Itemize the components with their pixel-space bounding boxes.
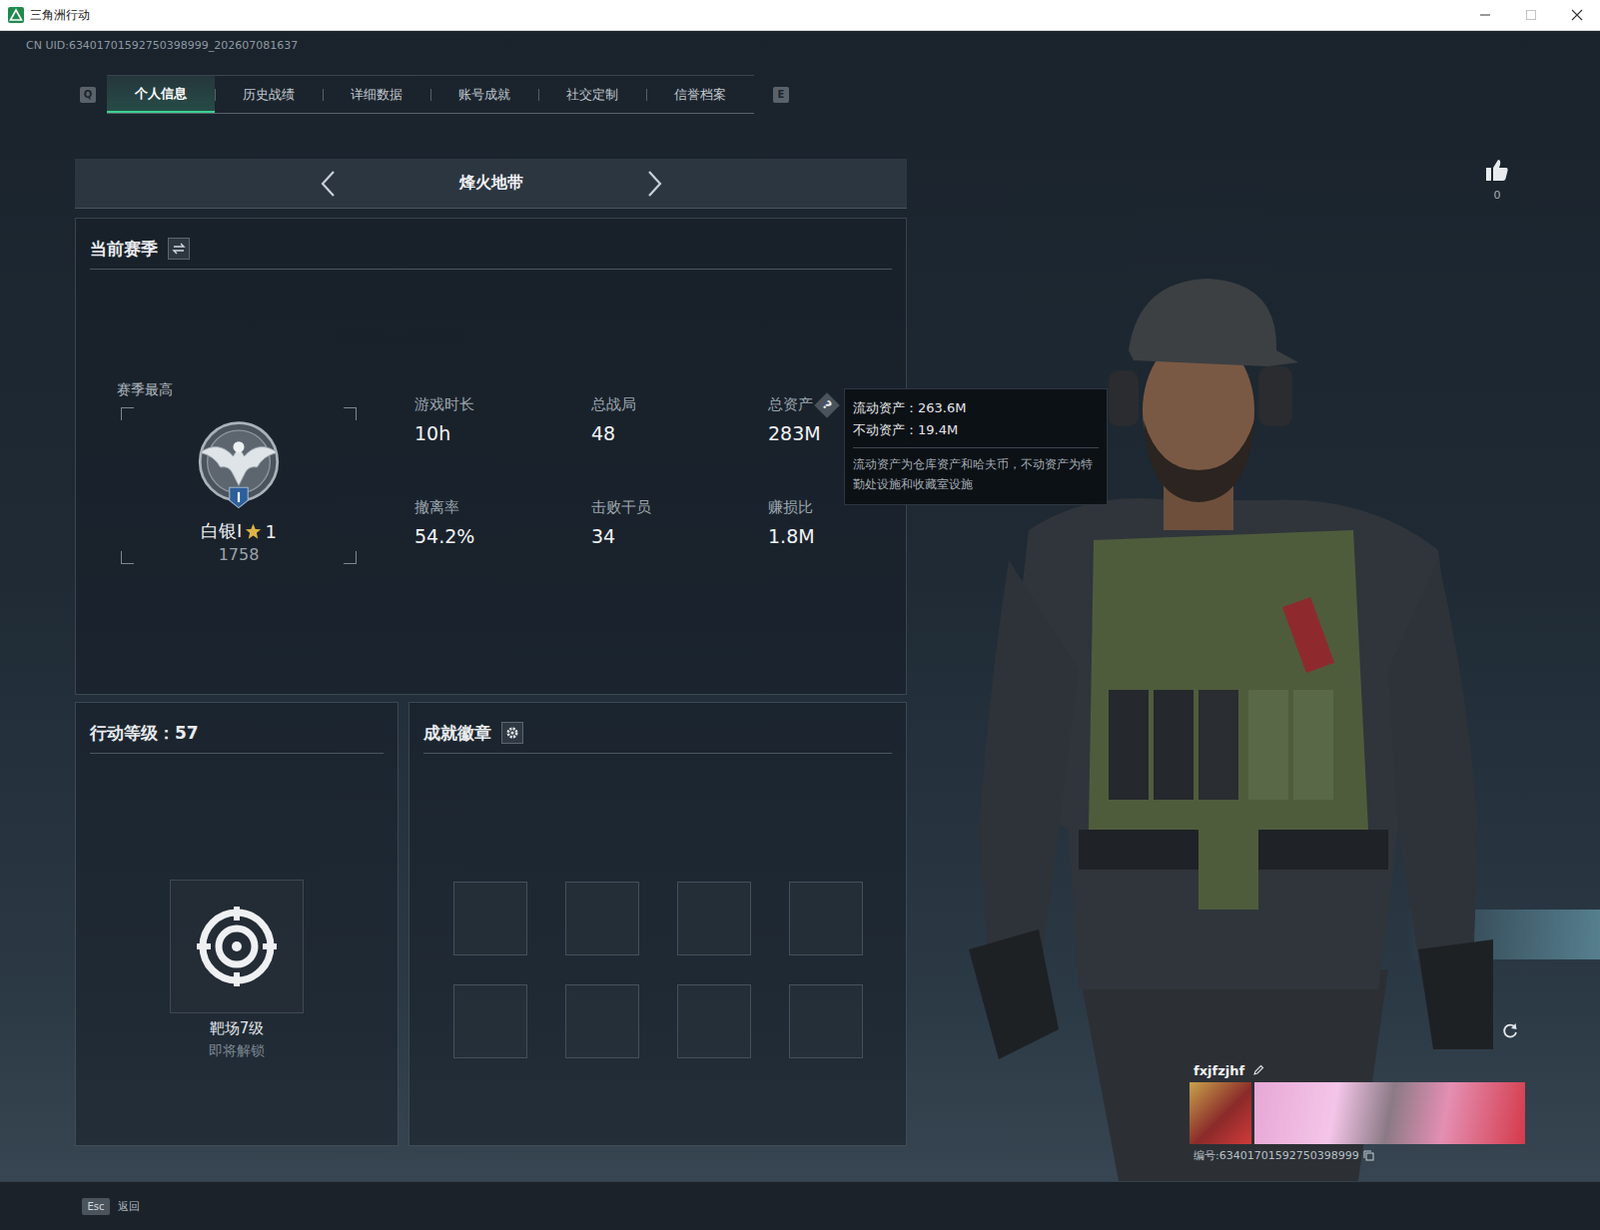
- badge-slot[interactable]: [453, 881, 528, 956]
- like-count: 0: [1494, 188, 1502, 202]
- season-panel: 当前赛季赛季最高白银I 11758 游戏时长 10h 总战局 48总资产?流动资产：263…: [74, 217, 907, 696]
- tab[interactable]: 个人信息: [106, 75, 215, 113]
- stat-label: 击败干员: [591, 498, 652, 518]
- tab[interactable]: 历史战绩: [214, 75, 323, 113]
- edit-pencil-icon[interactable]: [1252, 1064, 1265, 1077]
- stat-label: 撤离率: [414, 498, 460, 518]
- next-tab-key[interactable]: E: [773, 86, 790, 103]
- help-icon[interactable]: ?: [813, 392, 839, 418]
- reward-name: 靶场7级: [209, 1019, 265, 1039]
- target-icon: [194, 904, 279, 989]
- minimize-icon: [1479, 8, 1492, 21]
- badge-slot[interactable]: [789, 881, 863, 956]
- game-window: 三角洲行动 CN UID:63401701592750398999_2026070…: [0, 0, 1600, 1230]
- badge-slot[interactable]: [789, 984, 863, 1059]
- swap-icon: [171, 241, 186, 256]
- stat-item: 赚损比 1.8M: [768, 498, 898, 548]
- silver-rank-emblem-icon: [188, 419, 289, 516]
- tab[interactable]: 信誉档案: [646, 75, 755, 113]
- achievement-settings-button[interactable]: [501, 722, 524, 745]
- rank-frame: 白银I 11758: [120, 407, 357, 565]
- tooltip-note: 流动资产为仓库资产和哈夫币，不动资产为特勤处设施和收藏室设施: [852, 454, 1099, 495]
- player-id: 编号:63401701592750398999: [1193, 1148, 1360, 1164]
- stat-value: 54.2%: [414, 525, 592, 548]
- stat-label: 游戏时长: [414, 395, 475, 415]
- season-switch-button[interactable]: [167, 237, 190, 260]
- window-title: 三角洲行动: [29, 6, 90, 24]
- close-button[interactable]: [1554, 0, 1600, 30]
- badge-slot[interactable]: [565, 984, 640, 1059]
- stat-item: 击败干员 34: [591, 498, 769, 548]
- stat-value: 48: [591, 422, 769, 445]
- footer-bar: Esc 返回: [0, 1181, 1600, 1230]
- refresh-icon: [1500, 1021, 1521, 1042]
- previous-mode-chevron-icon[interactable]: [317, 168, 340, 199]
- character-area: 0 fxjfzjhf 编号:63401701592750398999: [906, 30, 1600, 1182]
- prev-tab-key[interactable]: Q: [79, 86, 96, 103]
- maximize-icon: [1525, 8, 1538, 21]
- stat-label: 赚损比: [768, 498, 813, 518]
- copy-icon[interactable]: [1363, 1150, 1375, 1162]
- player-name: fxjfzjhf: [1193, 1063, 1245, 1079]
- title-bar: 三角洲行动: [0, 0, 1600, 31]
- rank-stars: 1: [264, 521, 276, 543]
- maximize-button[interactable]: [1508, 0, 1555, 30]
- stat-label: 总资产: [768, 395, 813, 415]
- season-best-label: 赛季最高: [116, 381, 357, 400]
- badge-slot[interactable]: [677, 984, 752, 1059]
- operation-level-title: 行动等级：57: [89, 722, 199, 746]
- rank-name: 白银I: [200, 519, 242, 544]
- stat-item: 撤离率 54.2%: [414, 498, 592, 548]
- tooltip-line: 不动资产：19.4M: [852, 419, 1099, 442]
- stat-item: 总战局 48: [591, 395, 769, 445]
- tab[interactable]: 详细数据: [322, 75, 431, 113]
- tab[interactable]: 账号成就: [430, 75, 539, 113]
- player-card: fxjfzjhf 编号:63401701592750398999: [1189, 1061, 1526, 1164]
- asset-tooltip: 流动资产：263.6M不动资产：19.4M 流动资产为仓库资产和哈夫币，不动资产为…: [843, 388, 1108, 506]
- stat-item: 总资产?流动资产：263.6M不动资产：19.4M流动资产为仓库资产和哈夫币，不…: [768, 395, 898, 445]
- minimize-button[interactable]: [1462, 0, 1509, 30]
- stat-item: 游戏时长 10h: [414, 395, 592, 445]
- tab[interactable]: 社交定制: [538, 75, 647, 113]
- operation-level-panel: 行动等级：57 靶场7级即将解锁: [74, 702, 399, 1147]
- close-icon: [1571, 8, 1584, 21]
- like-widget[interactable]: 0: [1484, 156, 1511, 202]
- mode-label: 烽火地带: [451, 172, 532, 194]
- achievement-panel: 成就徽章: [408, 702, 907, 1147]
- badge-slot[interactable]: [565, 881, 640, 956]
- game-logo-icon: [7, 6, 24, 23]
- rank-score: 1758: [218, 545, 260, 565]
- reward-status: 即将解锁: [208, 1042, 265, 1061]
- gear-icon: [505, 726, 520, 741]
- stat-value: 1.8M: [768, 525, 898, 548]
- player-banner-image: [1254, 1082, 1526, 1145]
- esc-key[interactable]: Esc: [81, 1198, 110, 1216]
- tab-bar: Q 个人信息历史战绩详细数据账号成就社交定制信誉档案 E: [74, 74, 907, 114]
- mode-selector: 烽火地带: [74, 158, 907, 209]
- rank-star-icon: [244, 523, 262, 541]
- uid-text: CN UID:63401701592750398999_202607081637: [25, 38, 907, 53]
- next-mode-chevron-icon[interactable]: [643, 168, 666, 199]
- season-title: 当前赛季: [89, 237, 158, 261]
- tooltip-line: 流动资产：263.6M: [852, 397, 1099, 420]
- refresh-button[interactable]: [1498, 1019, 1523, 1044]
- stat-label: 总战局: [591, 395, 637, 415]
- badge-slot[interactable]: [453, 984, 528, 1059]
- player-avatar-image[interactable]: [1189, 1082, 1252, 1145]
- badge-slot[interactable]: [677, 881, 752, 956]
- stat-value: 10h: [414, 422, 592, 445]
- thumbs-up-icon: [1484, 156, 1511, 183]
- back-label[interactable]: 返回: [117, 1199, 140, 1215]
- achievement-title: 成就徽章: [423, 722, 492, 746]
- stat-value: 34: [591, 525, 769, 548]
- reward-box[interactable]: [169, 879, 304, 1014]
